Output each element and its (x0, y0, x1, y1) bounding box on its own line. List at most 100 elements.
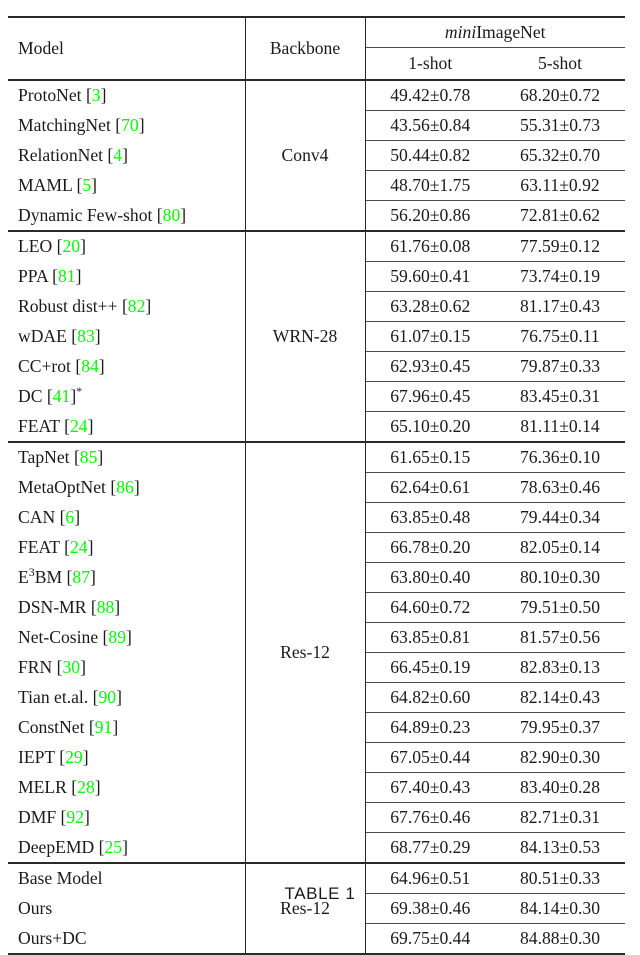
reference-bracket-close: ] (138, 115, 145, 135)
cell-accuracy-5shot: 83.40±0.28 (495, 772, 625, 803)
cell-model: ProtoNet [3] (8, 79, 245, 111)
cell-accuracy-5shot: 82.05±0.14 (495, 532, 625, 563)
cell-accuracy-1shot: 62.64±0.61 (364, 472, 495, 503)
table-row: TapNet [85] Res-12 61.65±0.15 76.36±0.10 (8, 441, 625, 863)
reference-bracket-close: ] (180, 204, 187, 225)
reference-number[interactable]: 24 (70, 416, 88, 436)
reference-bracket-close: ] (114, 597, 121, 617)
cell-accuracy-5shot: 79.87±0.33 (495, 351, 625, 382)
model-name: MAML (18, 175, 73, 195)
model-name: RelationNet (18, 145, 104, 165)
cell-model: PPA [81] (8, 262, 245, 292)
reference-number[interactable]: 83 (77, 326, 95, 346)
reference-number[interactable]: 20 (62, 236, 80, 256)
cell-accuracy-1shot: 65.10±0.20 (364, 411, 495, 442)
reference-number[interactable]: 92 (66, 807, 84, 827)
reference-number[interactable]: 84 (81, 356, 99, 376)
model-name: CC+rot (18, 356, 71, 376)
model-name: Ours+DC (18, 927, 87, 948)
reference-bracket-close: ] (91, 175, 98, 195)
cell-accuracy-1shot: 50.44±0.82 (364, 140, 495, 171)
reference-bracket-close: ] (100, 85, 107, 106)
header-model: Model (8, 16, 245, 80)
reference-number[interactable]: 90 (98, 687, 116, 707)
model-name: PPA (18, 266, 48, 286)
cell-accuracy-5shot: 76.36±0.10 (495, 441, 625, 473)
cell-model: Robust dist++ [82] (8, 292, 245, 322)
cell-backbone: Conv4 (244, 79, 365, 231)
reference-bracket-close: ] (80, 657, 86, 677)
cell-model: MELR [28] (8, 773, 245, 803)
cell-accuracy-1shot: 49.42±0.78 (364, 79, 495, 111)
cell-backbone: WRN-28 (244, 230, 365, 442)
reference-number[interactable]: 85 (80, 447, 98, 467)
reference-number[interactable]: 30 (63, 657, 81, 677)
cell-model: MatchingNet [70] (8, 111, 245, 141)
reference-number[interactable]: 70 (121, 115, 139, 135)
cell-accuracy-1shot: 63.85±0.81 (364, 622, 495, 653)
reference-number[interactable]: 28 (77, 777, 95, 797)
reference-number[interactable]: 87 (72, 567, 90, 587)
reference-bracket-close: ] (122, 145, 128, 165)
reference-bracket-close: ] (94, 777, 101, 797)
reference-number[interactable]: 6 (65, 507, 74, 527)
table-row: LEO [20] WRN-28 61.76±0.08 77.59±0.12 (8, 230, 625, 442)
model-name: MetaOptNet (18, 477, 106, 497)
cell-model: DSN-MR [88] (8, 593, 245, 623)
reference-number[interactable]: 25 (104, 837, 122, 857)
model-name: Tian et.al. (18, 687, 89, 707)
reference-number[interactable]: 80 (163, 205, 181, 225)
cell-accuracy-1shot: 67.05±0.44 (364, 742, 495, 773)
reference-number[interactable]: 29 (65, 747, 83, 767)
cell-model: Ours+DC (8, 924, 245, 955)
reference-number[interactable]: 81 (58, 266, 76, 286)
reference-number[interactable]: 24 (70, 537, 88, 557)
cell-accuracy-1shot: 64.89±0.23 (364, 712, 495, 743)
model-name: TapNet (18, 447, 70, 468)
cell-model: LEO [20] (8, 230, 245, 262)
cell-accuracy-1shot: 64.82±0.60 (364, 682, 495, 713)
reference-bracket-close: ] (87, 537, 94, 557)
cell-model: DeepEMD [25] (8, 833, 245, 864)
model-name: DSN-MR (18, 597, 87, 617)
cell-accuracy-1shot: 67.96±0.45 (364, 381, 495, 412)
cell-model: Net-Cosine [89] (8, 623, 245, 653)
reference-number[interactable]: 89 (108, 627, 126, 647)
reference-bracket-close: ] (122, 836, 128, 857)
reference-number[interactable]: 86 (116, 477, 134, 497)
model-name: MatchingNet (18, 115, 111, 135)
cell-accuracy-5shot: 65.32±0.70 (495, 140, 625, 171)
cell-accuracy-1shot: 66.45±0.19 (364, 652, 495, 683)
reference-bracket-close: ] (94, 326, 101, 346)
reference-bracket-close: ] (84, 807, 90, 827)
reference-number[interactable]: 41 (53, 386, 71, 406)
model-name: LEO (18, 236, 53, 257)
model-name: Robust dist++ (18, 296, 118, 316)
model-name: E3BM (18, 565, 63, 587)
cell-accuracy-5shot: 83.45±0.31 (495, 381, 625, 412)
reference-number[interactable]: 88 (97, 597, 115, 617)
cell-accuracy-1shot: 63.85±0.48 (364, 502, 495, 533)
reference-bracket-close: ] (98, 356, 105, 376)
reference-number[interactable]: 4 (113, 145, 122, 165)
cell-accuracy-1shot: 66.78±0.20 (364, 532, 495, 563)
cell-accuracy-1shot: 61.65±0.15 (364, 441, 495, 473)
reference-bracket-close: ] (75, 266, 82, 286)
reference-number[interactable]: 3 (92, 85, 101, 105)
reference-bracket-close: ] (82, 747, 89, 767)
reference-number[interactable]: 82 (128, 296, 146, 316)
reference-number[interactable]: 91 (95, 717, 113, 737)
reference-bracket-close: ] (80, 236, 86, 257)
model-name: ConstNet (18, 717, 85, 737)
reference-number[interactable]: 5 (82, 175, 91, 195)
model-name: DMF (18, 807, 57, 827)
cell-accuracy-5shot: 82.83±0.13 (495, 652, 625, 683)
cell-model: Tian et.al. [90] (8, 683, 245, 713)
cell-accuracy-5shot: 84.88±0.30 (495, 923, 625, 954)
cell-accuracy-1shot: 68.77±0.29 (364, 832, 495, 863)
cell-accuracy-5shot: 79.95±0.37 (495, 712, 625, 743)
cell-accuracy-5shot: 81.57±0.56 (495, 622, 625, 653)
cell-accuracy-5shot: 84.13±0.53 (495, 832, 625, 863)
reference-bracket-close: ] (112, 717, 119, 737)
model-name: wDAE (18, 326, 67, 346)
